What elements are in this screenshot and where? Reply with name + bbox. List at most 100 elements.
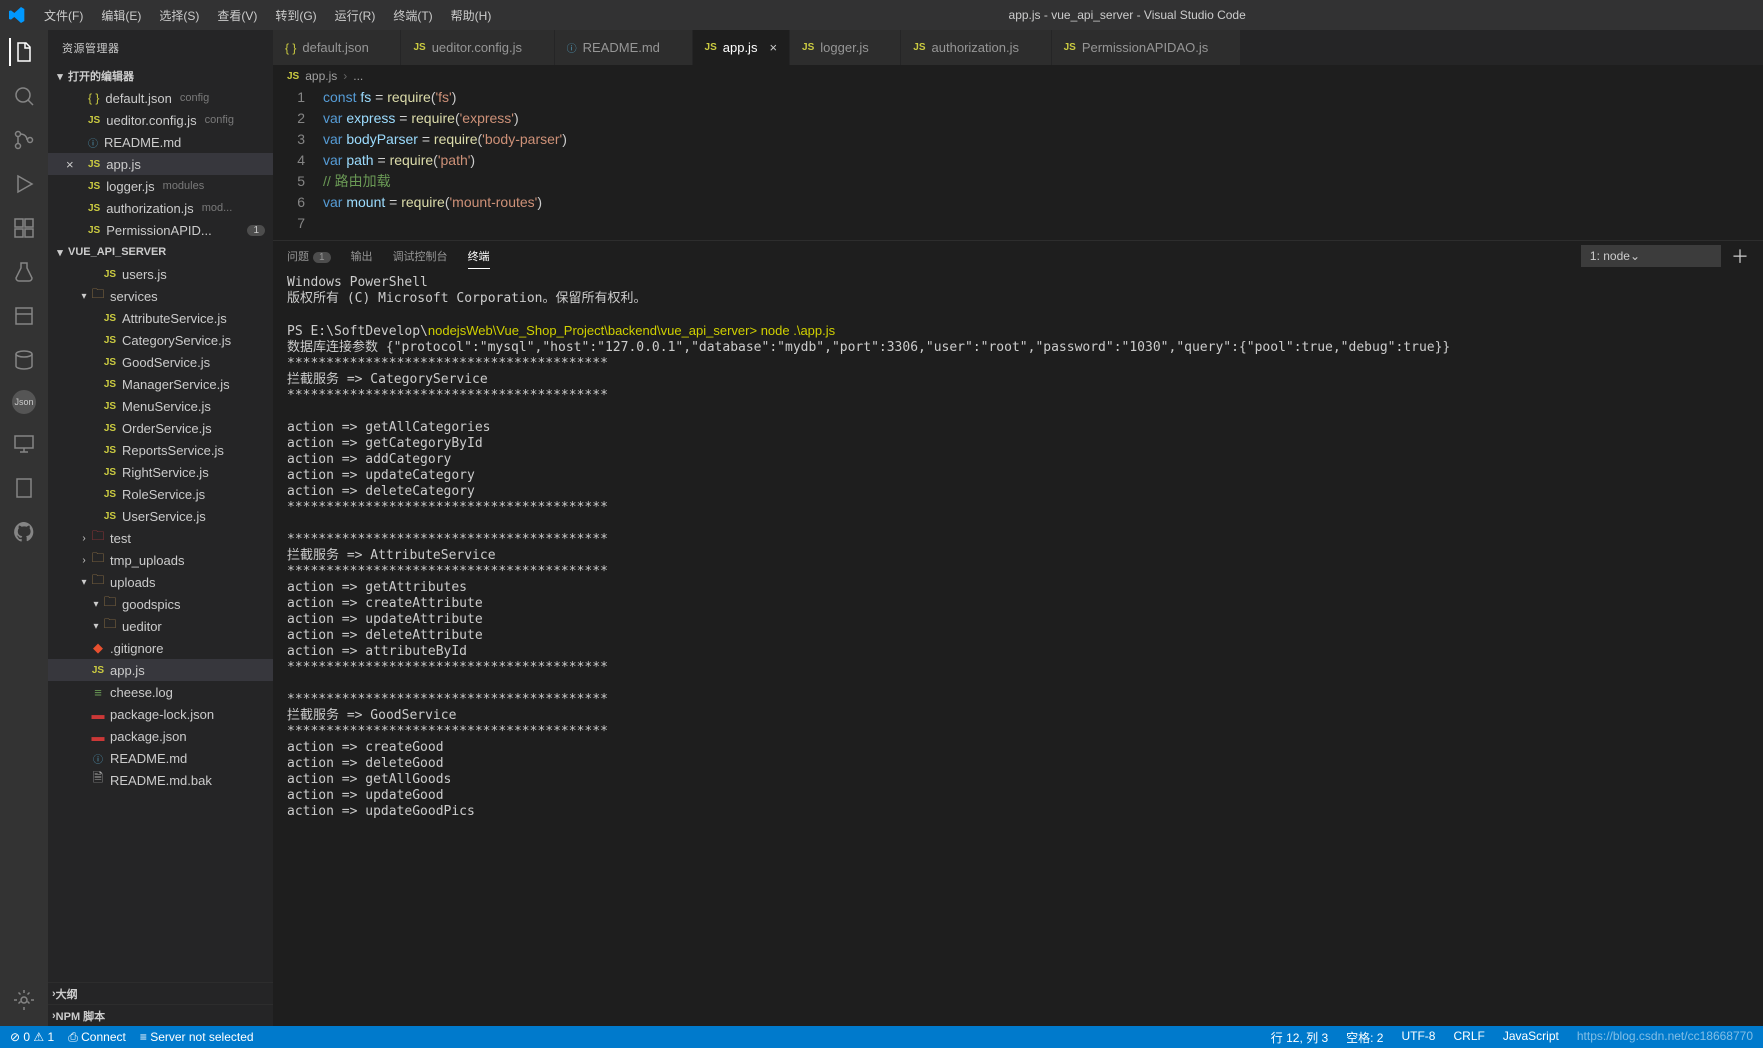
- menu-item[interactable]: 帮助(H): [443, 3, 500, 28]
- tree-item[interactable]: ▬package.json: [48, 725, 273, 747]
- github-icon[interactable]: [10, 518, 38, 546]
- status-spaces[interactable]: 空格: 2: [1346, 1029, 1383, 1046]
- status-server[interactable]: ≡ Server not selected: [140, 1030, 254, 1044]
- chevron-icon: ▾: [90, 599, 102, 610]
- tree-item[interactable]: JSGoodService.js: [48, 351, 273, 373]
- editor-tab[interactable]: JSauthorization.js×: [901, 30, 1051, 65]
- status-encoding[interactable]: UTF-8: [1401, 1029, 1435, 1046]
- tree-item[interactable]: JSUserService.js: [48, 505, 273, 527]
- explorer-icon[interactable]: [9, 38, 37, 66]
- tab-problems[interactable]: 问题1: [287, 244, 331, 268]
- editor-tab[interactable]: { }default.json×: [273, 30, 401, 65]
- project-header[interactable]: ▾VUE_API_SERVER: [48, 241, 273, 263]
- tree-item[interactable]: 🗎README.md.bak: [48, 769, 273, 791]
- status-ln-col[interactable]: 行 12, 列 3: [1271, 1029, 1328, 1046]
- code-lines[interactable]: const fs = require('fs')var express = re…: [323, 87, 1763, 234]
- editor-tab[interactable]: JSueditor.config.js×: [401, 30, 554, 65]
- tree-item[interactable]: JSAttributeService.js: [48, 307, 273, 329]
- database-icon[interactable]: [10, 346, 38, 374]
- file-name: app.js: [110, 663, 145, 678]
- editor-tab[interactable]: JSlogger.js×: [790, 30, 901, 65]
- outline-header[interactable]: ›大纲: [48, 982, 273, 1004]
- tab-terminal[interactable]: 终端: [468, 244, 490, 269]
- status-eol[interactable]: CRLF: [1453, 1029, 1484, 1046]
- menu-item[interactable]: 编辑(E): [93, 3, 149, 28]
- run-debug-icon[interactable]: [10, 170, 38, 198]
- menu-item[interactable]: 转到(G): [267, 3, 324, 28]
- tree-item[interactable]: ≡cheese.log: [48, 681, 273, 703]
- badge: 1: [247, 225, 265, 236]
- tree-item[interactable]: ▾🗀services: [48, 285, 273, 307]
- outline-label: 大纲: [56, 986, 78, 1002]
- sidebar-explorer: 资源管理器 ▾打开的编辑器 ×{ }default.jsonconfig×JSu…: [48, 30, 273, 1026]
- tree-item[interactable]: ◆.gitignore: [48, 637, 273, 659]
- file-path: modules: [163, 180, 205, 192]
- remote-icon[interactable]: [10, 430, 38, 458]
- tab-label: ueditor.config.js: [432, 40, 522, 55]
- menu-item[interactable]: 选择(S): [151, 3, 207, 28]
- open-editor-item[interactable]: ×JSauthorization.jsmod...: [48, 197, 273, 219]
- editor-tab[interactable]: JSapp.js×: [693, 30, 791, 65]
- tree-item[interactable]: JSapp.js: [48, 659, 273, 681]
- line-gutter: 1234567: [273, 87, 323, 234]
- settings-icon[interactable]: [10, 986, 38, 1014]
- tree-item[interactable]: ▾🗀ueditor: [48, 615, 273, 637]
- close-icon[interactable]: ×: [769, 40, 777, 55]
- title-bar: 文件(F)编辑(E)选择(S)查看(V)转到(G)运行(R)终端(T)帮助(H)…: [0, 0, 1763, 30]
- tree-item[interactable]: ▾🗀uploads: [48, 571, 273, 593]
- tab-label: PermissionAPIDAO.js: [1082, 40, 1208, 55]
- open-editors-header[interactable]: ▾打开的编辑器: [48, 65, 273, 87]
- tree-item[interactable]: ›🗀tmp_uploads: [48, 549, 273, 571]
- tree-item[interactable]: ▬package-lock.json: [48, 703, 273, 725]
- open-editor-item[interactable]: ×JSlogger.jsmodules: [48, 175, 273, 197]
- close-icon[interactable]: ×: [66, 157, 82, 172]
- terminal-select[interactable]: 1: node ⌄: [1581, 245, 1721, 267]
- extensions-icon[interactable]: [10, 214, 38, 242]
- menu-item[interactable]: 文件(F): [36, 3, 91, 28]
- file-path: config: [180, 92, 209, 104]
- bookmark-icon[interactable]: [10, 474, 38, 502]
- editor-tab[interactable]: JSPermissionAPIDAO.js×: [1052, 30, 1241, 65]
- tree-item[interactable]: JSCategoryService.js: [48, 329, 273, 351]
- tree-item[interactable]: JSManagerService.js: [48, 373, 273, 395]
- file-name: GoodService.js: [122, 355, 210, 370]
- tree-item[interactable]: JSOrderService.js: [48, 417, 273, 439]
- open-editor-item[interactable]: ×JSueditor.config.jsconfig: [48, 109, 273, 131]
- code-editor[interactable]: 1234567 const fs = require('fs')var expr…: [273, 87, 1763, 240]
- tree-item[interactable]: JSRoleService.js: [48, 483, 273, 505]
- menu-item[interactable]: 运行(R): [327, 3, 384, 28]
- status-errors[interactable]: ⊘ 0 ⚠ 1: [10, 1030, 54, 1044]
- editor-tab[interactable]: ⓘREADME.md×: [555, 30, 693, 65]
- status-language[interactable]: JavaScript: [1503, 1029, 1559, 1046]
- tab-output[interactable]: 输出: [351, 244, 373, 268]
- open-editor-item[interactable]: ×JSapp.js: [48, 153, 273, 175]
- tree-item[interactable]: ⓘREADME.md: [48, 747, 273, 769]
- source-control-icon[interactable]: [10, 126, 38, 154]
- menu-item[interactable]: 查看(V): [209, 3, 265, 28]
- tree-item[interactable]: JSReportsService.js: [48, 439, 273, 461]
- npm-scripts-header[interactable]: ›NPM 脚本: [48, 1004, 273, 1026]
- tree-item[interactable]: JSRightService.js: [48, 461, 273, 483]
- json-icon[interactable]: Json: [12, 390, 36, 414]
- terminal-output[interactable]: Windows PowerShell 版权所有 (C) Microsoft Co…: [273, 271, 1763, 1026]
- tree-item[interactable]: JSusers.js: [48, 263, 273, 285]
- tree-item[interactable]: ›🗀test: [48, 527, 273, 549]
- tree-item[interactable]: JSMenuService.js: [48, 395, 273, 417]
- open-editor-item[interactable]: ×ⓘREADME.md: [48, 131, 273, 153]
- new-terminal-icon[interactable]: ＋: [1731, 243, 1749, 269]
- project-icon[interactable]: [10, 302, 38, 330]
- menu-item[interactable]: 终端(T): [385, 3, 440, 28]
- chevron-icon: ▾: [90, 621, 102, 632]
- test-icon[interactable]: [10, 258, 38, 286]
- open-editor-item[interactable]: ×JSPermissionAPID...1: [48, 219, 273, 241]
- status-connect[interactable]: ⎙ Connect: [68, 1030, 126, 1045]
- file-name: .gitignore: [110, 641, 163, 656]
- breadcrumb-file[interactable]: app.js: [305, 69, 337, 83]
- open-editor-item[interactable]: ×{ }default.jsonconfig: [48, 87, 273, 109]
- bottom-panel: 问题1 输出 调试控制台 终端 1: node ⌄ ＋ Windows Powe…: [273, 240, 1763, 1026]
- tab-debug-console[interactable]: 调试控制台: [393, 244, 448, 268]
- breadcrumb-more[interactable]: ...: [353, 69, 363, 83]
- search-icon[interactable]: [10, 82, 38, 110]
- breadcrumb[interactable]: JS app.js › ...: [273, 65, 1763, 87]
- tree-item[interactable]: ▾🗀goodspics: [48, 593, 273, 615]
